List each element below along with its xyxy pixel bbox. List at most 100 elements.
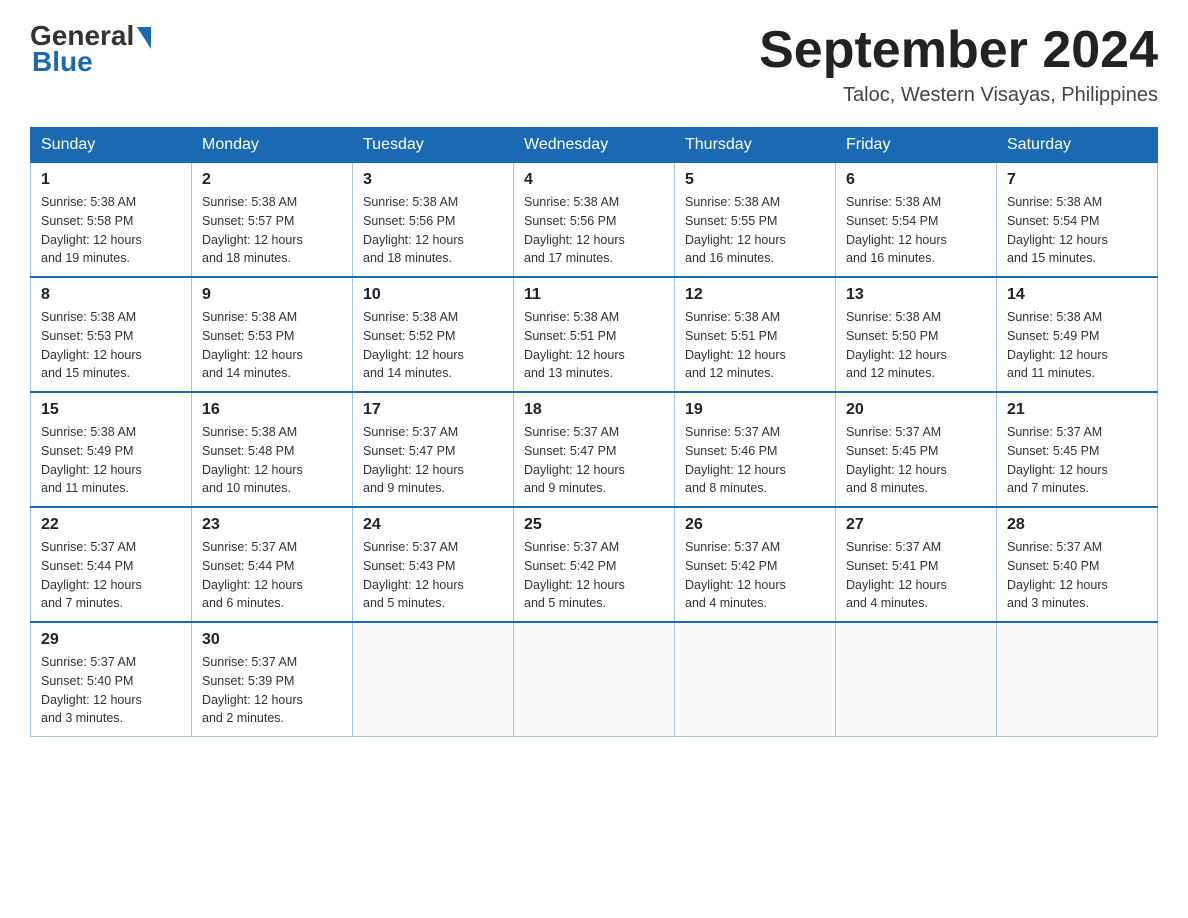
- calendar-cell: [514, 622, 675, 737]
- day-number: 18: [524, 401, 664, 419]
- calendar-week-3: 15 Sunrise: 5:38 AMSunset: 5:49 PMDayligh…: [31, 392, 1158, 507]
- day-number: 6: [846, 171, 986, 189]
- calendar-cell: 21 Sunrise: 5:37 AMSunset: 5:45 PMDayligh…: [997, 392, 1158, 507]
- day-number: 4: [524, 171, 664, 189]
- day-info: Sunrise: 5:38 AMSunset: 5:56 PMDaylight:…: [524, 193, 664, 268]
- calendar-cell: 18 Sunrise: 5:37 AMSunset: 5:47 PMDayligh…: [514, 392, 675, 507]
- calendar-cell: 15 Sunrise: 5:38 AMSunset: 5:49 PMDayligh…: [31, 392, 192, 507]
- day-number: 10: [363, 286, 503, 304]
- col-header-saturday: Saturday: [997, 128, 1158, 163]
- calendar-week-4: 22 Sunrise: 5:37 AMSunset: 5:44 PMDayligh…: [31, 507, 1158, 622]
- calendar-cell: [997, 622, 1158, 737]
- day-info: Sunrise: 5:38 AMSunset: 5:49 PMDaylight:…: [41, 423, 181, 498]
- day-info: Sunrise: 5:37 AMSunset: 5:47 PMDaylight:…: [524, 423, 664, 498]
- calendar-cell: [836, 622, 997, 737]
- calendar-cell: [353, 622, 514, 737]
- day-number: 15: [41, 401, 181, 419]
- day-number: 20: [846, 401, 986, 419]
- col-header-thursday: Thursday: [675, 128, 836, 163]
- day-info: Sunrise: 5:38 AMSunset: 5:58 PMDaylight:…: [41, 193, 181, 268]
- calendar-table: SundayMondayTuesdayWednesdayThursdayFrid…: [30, 127, 1158, 737]
- day-info: Sunrise: 5:38 AMSunset: 5:51 PMDaylight:…: [524, 308, 664, 383]
- day-info: Sunrise: 5:37 AMSunset: 5:43 PMDaylight:…: [363, 538, 503, 613]
- day-info: Sunrise: 5:37 AMSunset: 5:45 PMDaylight:…: [846, 423, 986, 498]
- day-info: Sunrise: 5:38 AMSunset: 5:55 PMDaylight:…: [685, 193, 825, 268]
- logo-triangle-icon: [137, 27, 151, 49]
- month-title: September 2024: [759, 20, 1158, 80]
- day-info: Sunrise: 5:38 AMSunset: 5:51 PMDaylight:…: [685, 308, 825, 383]
- page-header: General Blue September 2024 Taloc, Weste…: [30, 20, 1158, 107]
- calendar-cell: 16Sunrise: 5:38 AMSunset: 5:48 PMDayligh…: [192, 392, 353, 507]
- day-number: 26: [685, 516, 825, 534]
- calendar-cell: 12 Sunrise: 5:38 AMSunset: 5:51 PMDayligh…: [675, 277, 836, 392]
- day-info: Sunrise: 5:37 AMSunset: 5:44 PMDaylight:…: [202, 538, 342, 613]
- calendar-cell: 13Sunrise: 5:38 AMSunset: 5:50 PMDayligh…: [836, 277, 997, 392]
- day-number: 13: [846, 286, 986, 304]
- logo: General Blue: [30, 20, 151, 78]
- col-header-friday: Friday: [836, 128, 997, 163]
- calendar-cell: 4 Sunrise: 5:38 AMSunset: 5:56 PMDaylight…: [514, 163, 675, 278]
- calendar-cell: 23 Sunrise: 5:37 AMSunset: 5:44 PMDayligh…: [192, 507, 353, 622]
- day-number: 2: [202, 171, 342, 189]
- day-info: Sunrise: 5:38 AMSunset: 5:53 PMDaylight:…: [41, 308, 181, 383]
- day-info: Sunrise: 5:37 AMSunset: 5:41 PMDaylight:…: [846, 538, 986, 613]
- day-info: Sunrise: 5:38 AMSunset: 5:54 PMDaylight:…: [1007, 193, 1147, 268]
- calendar-cell: 2 Sunrise: 5:38 AMSunset: 5:57 PMDaylight…: [192, 163, 353, 278]
- calendar-cell: 9 Sunrise: 5:38 AMSunset: 5:53 PMDaylight…: [192, 277, 353, 392]
- day-number: 28: [1007, 516, 1147, 534]
- calendar-cell: 1 Sunrise: 5:38 AMSunset: 5:58 PMDaylight…: [31, 163, 192, 278]
- day-info: Sunrise: 5:37 AMSunset: 5:40 PMDaylight:…: [41, 653, 181, 728]
- location-label: Taloc, Western Visayas, Philippines: [759, 84, 1158, 107]
- day-info: Sunrise: 5:38 AMSunset: 5:57 PMDaylight:…: [202, 193, 342, 268]
- day-number: 3: [363, 171, 503, 189]
- calendar-cell: 25Sunrise: 5:37 AMSunset: 5:42 PMDayligh…: [514, 507, 675, 622]
- calendar-cell: 30Sunrise: 5:37 AMSunset: 5:39 PMDayligh…: [192, 622, 353, 737]
- calendar-cell: [675, 622, 836, 737]
- calendar-cell: 3Sunrise: 5:38 AMSunset: 5:56 PMDaylight…: [353, 163, 514, 278]
- day-number: 19: [685, 401, 825, 419]
- day-info: Sunrise: 5:38 AMSunset: 5:49 PMDaylight:…: [1007, 308, 1147, 383]
- day-number: 16: [202, 401, 342, 419]
- calendar-cell: 26 Sunrise: 5:37 AMSunset: 5:42 PMDayligh…: [675, 507, 836, 622]
- calendar-cell: 5 Sunrise: 5:38 AMSunset: 5:55 PMDaylight…: [675, 163, 836, 278]
- title-section: September 2024 Taloc, Western Visayas, P…: [759, 20, 1158, 107]
- day-number: 7: [1007, 171, 1147, 189]
- day-number: 5: [685, 171, 825, 189]
- day-info: Sunrise: 5:37 AMSunset: 5:45 PMDaylight:…: [1007, 423, 1147, 498]
- day-number: 17: [363, 401, 503, 419]
- calendar-cell: 27Sunrise: 5:37 AMSunset: 5:41 PMDayligh…: [836, 507, 997, 622]
- calendar-week-2: 8 Sunrise: 5:38 AMSunset: 5:53 PMDaylight…: [31, 277, 1158, 392]
- day-info: Sunrise: 5:37 AMSunset: 5:40 PMDaylight:…: [1007, 538, 1147, 613]
- day-number: 9: [202, 286, 342, 304]
- calendar-cell: 19 Sunrise: 5:37 AMSunset: 5:46 PMDayligh…: [675, 392, 836, 507]
- day-info: Sunrise: 5:38 AMSunset: 5:53 PMDaylight:…: [202, 308, 342, 383]
- day-info: Sunrise: 5:37 AMSunset: 5:42 PMDaylight:…: [685, 538, 825, 613]
- day-number: 12: [685, 286, 825, 304]
- col-header-monday: Monday: [192, 128, 353, 163]
- col-header-sunday: Sunday: [31, 128, 192, 163]
- day-info: Sunrise: 5:38 AMSunset: 5:54 PMDaylight:…: [846, 193, 986, 268]
- day-number: 23: [202, 516, 342, 534]
- calendar-cell: 29Sunrise: 5:37 AMSunset: 5:40 PMDayligh…: [31, 622, 192, 737]
- day-info: Sunrise: 5:38 AMSunset: 5:52 PMDaylight:…: [363, 308, 503, 383]
- day-number: 24: [363, 516, 503, 534]
- calendar-cell: 11Sunrise: 5:38 AMSunset: 5:51 PMDayligh…: [514, 277, 675, 392]
- day-info: Sunrise: 5:37 AMSunset: 5:42 PMDaylight:…: [524, 538, 664, 613]
- calendar-week-5: 29Sunrise: 5:37 AMSunset: 5:40 PMDayligh…: [31, 622, 1158, 737]
- calendar-cell: 7 Sunrise: 5:38 AMSunset: 5:54 PMDaylight…: [997, 163, 1158, 278]
- day-number: 8: [41, 286, 181, 304]
- calendar-week-1: 1 Sunrise: 5:38 AMSunset: 5:58 PMDaylight…: [31, 163, 1158, 278]
- calendar-cell: 20 Sunrise: 5:37 AMSunset: 5:45 PMDayligh…: [836, 392, 997, 507]
- calendar-cell: 6 Sunrise: 5:38 AMSunset: 5:54 PMDaylight…: [836, 163, 997, 278]
- col-header-wednesday: Wednesday: [514, 128, 675, 163]
- day-number: 22: [41, 516, 181, 534]
- logo-blue-text: Blue: [30, 46, 93, 78]
- day-info: Sunrise: 5:37 AMSunset: 5:46 PMDaylight:…: [685, 423, 825, 498]
- calendar-cell: 10 Sunrise: 5:38 AMSunset: 5:52 PMDayligh…: [353, 277, 514, 392]
- day-number: 14: [1007, 286, 1147, 304]
- day-number: 21: [1007, 401, 1147, 419]
- calendar-cell: 24 Sunrise: 5:37 AMSunset: 5:43 PMDayligh…: [353, 507, 514, 622]
- col-header-tuesday: Tuesday: [353, 128, 514, 163]
- calendar-cell: 8 Sunrise: 5:38 AMSunset: 5:53 PMDaylight…: [31, 277, 192, 392]
- day-number: 1: [41, 171, 181, 189]
